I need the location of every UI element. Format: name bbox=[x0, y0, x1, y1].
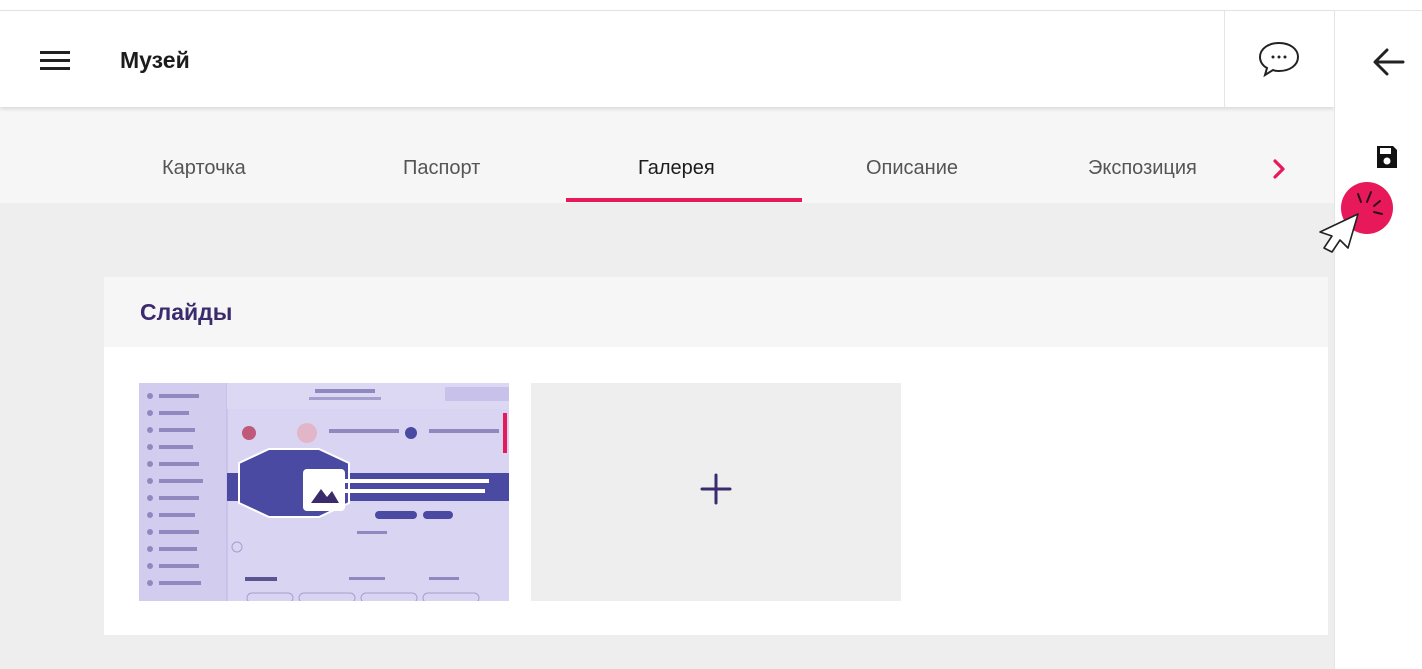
app-header: Музей bbox=[0, 11, 1334, 107]
tab-passport[interactable]: Паспорт bbox=[403, 157, 480, 180]
tab-card[interactable]: Карточка bbox=[162, 157, 246, 180]
tab-exposition[interactable]: Экспозиция bbox=[1088, 157, 1197, 180]
slides-title: Слайды bbox=[140, 299, 233, 325]
hamburger-menu-icon[interactable] bbox=[40, 51, 74, 73]
tab-description[interactable]: Описание bbox=[866, 157, 958, 180]
tabs-bar: Карточка Паспорт Галерея Описание Экспоз… bbox=[0, 107, 1334, 203]
slides-card: Слайды bbox=[104, 277, 1328, 635]
header-divider bbox=[1224, 11, 1225, 107]
content-area: Слайды bbox=[0, 203, 1334, 669]
chat-bubble-icon[interactable] bbox=[1256, 39, 1302, 79]
tab-gallery[interactable]: Галерея bbox=[638, 157, 715, 180]
chevron-right-icon[interactable] bbox=[1266, 155, 1292, 183]
active-tab-indicator bbox=[566, 198, 802, 202]
right-action-column bbox=[1334, 11, 1422, 669]
plus-icon bbox=[696, 469, 736, 509]
page-title: Музей bbox=[120, 47, 190, 73]
floppy-disk-icon[interactable] bbox=[1375, 144, 1399, 170]
arrow-left-icon[interactable] bbox=[1371, 47, 1405, 77]
slide-thumbnail[interactable] bbox=[139, 383, 509, 601]
add-slide-button[interactable] bbox=[531, 383, 901, 601]
slides-card-header: Слайды bbox=[104, 277, 1328, 347]
